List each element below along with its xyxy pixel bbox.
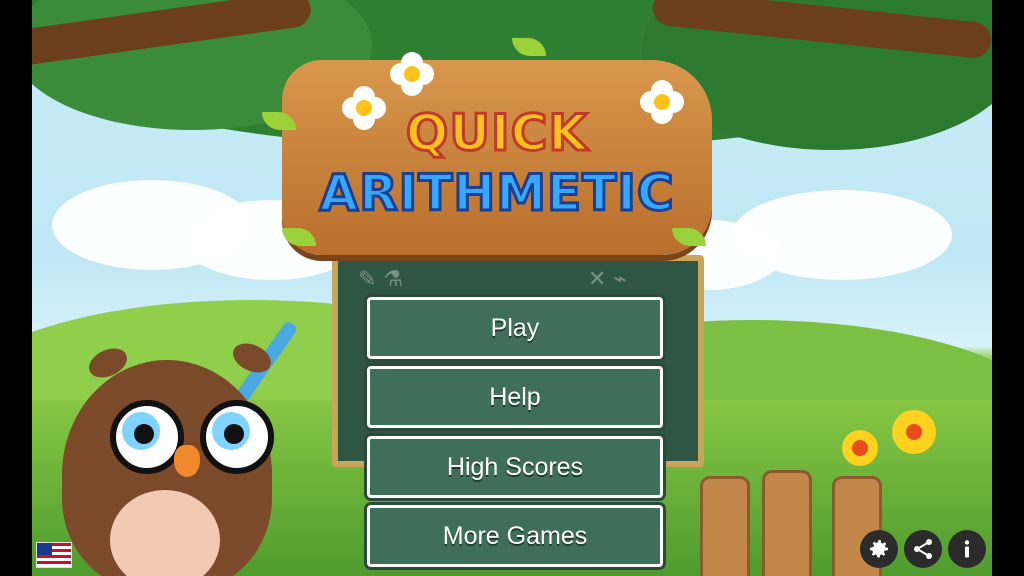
game-screen: ✎ ⚗ ✕ ⌁ ⚛ QUICK ARITHMETIC Play <box>0 0 1024 576</box>
play-button-label: Play <box>490 313 540 342</box>
us-flag-icon[interactable] <box>36 542 72 568</box>
owl-eye <box>200 400 274 474</box>
daisy-flower-icon <box>640 80 684 124</box>
owl-eye <box>110 400 184 474</box>
yellow-flower-icon <box>892 410 936 454</box>
more-games-button[interactable]: More Games <box>367 505 663 567</box>
help-button-label: Help <box>489 382 541 411</box>
fence-post <box>762 470 812 576</box>
chalk-doodle: ✕ ⌁ <box>588 267 627 292</box>
yellow-flower-icon <box>842 430 878 466</box>
gear-icon <box>870 540 888 558</box>
fence-post <box>700 476 750 576</box>
daisy-flower-icon <box>342 86 386 130</box>
share-icon <box>914 539 932 559</box>
more-games-button-label: More Games <box>442 521 588 550</box>
info-button[interactable] <box>948 530 986 568</box>
letterbox-right <box>992 0 1024 576</box>
owl-beak <box>174 445 200 477</box>
share-button[interactable] <box>904 530 942 568</box>
high-scores-button-label: High Scores <box>446 452 584 481</box>
help-button[interactable]: Help <box>367 366 663 428</box>
letterbox-left <box>0 0 32 576</box>
daisy-flower-icon <box>390 52 434 96</box>
flag-canton <box>37 543 52 555</box>
settings-button[interactable] <box>860 530 898 568</box>
info-icon <box>964 540 970 558</box>
chalk-doodle: ✎ ⚗ <box>358 267 404 292</box>
play-button[interactable]: Play <box>367 297 663 359</box>
game-title-line2: ARITHMETIC <box>318 163 675 224</box>
high-scores-button[interactable]: High Scores <box>367 436 663 498</box>
main-menu-scene: ✎ ⚗ ✕ ⌁ ⚛ QUICK ARITHMETIC Play <box>32 0 992 576</box>
